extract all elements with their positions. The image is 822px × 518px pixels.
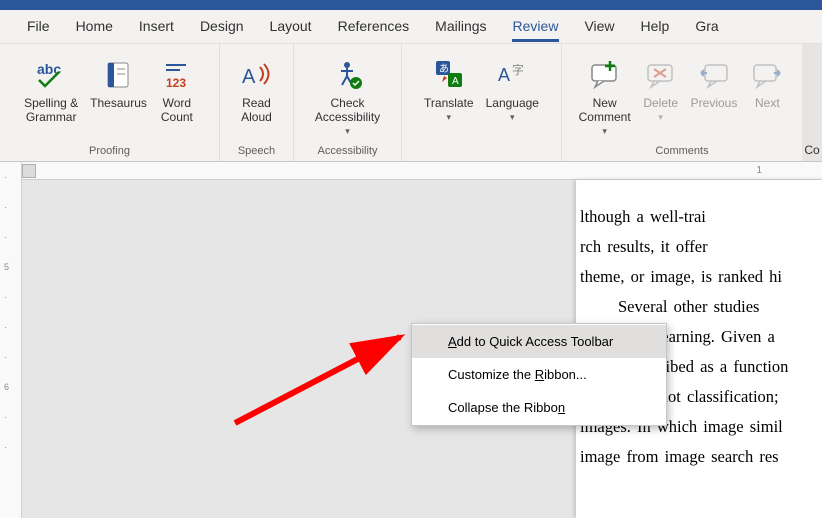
tab-help[interactable]: Help: [628, 12, 683, 42]
spellcheck-icon: abc: [33, 54, 69, 94]
translate-icon: あA: [432, 54, 466, 94]
chevron-down-icon: ▾: [602, 126, 607, 137]
context-menu: Add to Quick Access Toolbar Customize th…: [411, 323, 667, 426]
group-speech: A Read Aloud Speech: [220, 44, 294, 161]
language-button[interactable]: A字 Language ▾: [480, 50, 545, 123]
group-comments: New Comment ▾ Delete ▾ Previous: [562, 44, 802, 161]
group-partial[interactable]: Co: [802, 44, 822, 161]
tab-file[interactable]: File: [14, 12, 63, 42]
tab-references[interactable]: References: [325, 12, 423, 42]
svg-text:A: A: [452, 76, 459, 87]
delete-comment-icon: [644, 54, 678, 94]
svg-text:字: 字: [512, 62, 524, 77]
accessibility-icon: [330, 54, 364, 94]
tab-layout[interactable]: Layout: [257, 12, 325, 42]
word-count-button[interactable]: 123 Word Count: [153, 50, 201, 124]
tab-home[interactable]: Home: [63, 12, 126, 42]
wordcount-icon: 123: [160, 54, 194, 94]
horizontal-ruler[interactable]: 1: [22, 162, 822, 180]
read-aloud-button[interactable]: A Read Aloud: [233, 50, 281, 124]
group-accessibility: Check Accessibility ▾ Accessibility: [294, 44, 402, 161]
check-accessibility-button[interactable]: Check Accessibility ▾: [309, 50, 386, 137]
chevron-down-icon: ▾: [510, 112, 515, 123]
thesaurus-icon: [102, 54, 136, 94]
tab-insert[interactable]: Insert: [126, 12, 187, 42]
chevron-down-icon: ▾: [345, 126, 350, 137]
next-comment-button[interactable]: Next: [743, 50, 791, 110]
read-aloud-icon: A: [240, 54, 274, 94]
svg-text:123: 123: [166, 76, 186, 90]
previous-comment-icon: [697, 54, 731, 94]
doc-line: theme, or image, is ranked hi: [580, 262, 822, 292]
new-comment-button[interactable]: New Comment ▾: [573, 50, 637, 137]
chevron-down-icon: ▾: [658, 112, 663, 123]
delete-comment-button[interactable]: Delete ▾: [637, 50, 685, 123]
doc-line: lthough a well-trai: [580, 202, 822, 232]
tab-partial[interactable]: Gra: [682, 12, 731, 42]
ruler-h-label: 1: [756, 165, 762, 176]
ctx-add-to-qat[interactable]: Add to Quick Access Toolbar: [412, 325, 666, 358]
svg-text:A: A: [242, 66, 256, 88]
titlebar: [0, 0, 822, 10]
language-icon: A字: [495, 54, 529, 94]
ribbon-tabs: File Home Insert Design Layout Reference…: [0, 10, 822, 44]
group-language: あA Translate ▾ A字 Language ▾: [402, 44, 562, 161]
chevron-down-icon: ▾: [447, 112, 452, 123]
ruler-tab-marker[interactable]: [22, 164, 36, 178]
previous-comment-button[interactable]: Previous: [685, 50, 744, 110]
spelling-grammar-button[interactable]: abc Spelling & Grammar: [18, 50, 84, 124]
translate-button[interactable]: あA Translate ▾: [418, 50, 480, 123]
tab-mailings[interactable]: Mailings: [422, 12, 499, 42]
tab-view[interactable]: View: [571, 12, 627, 42]
tab-design[interactable]: Design: [187, 12, 257, 42]
thesaurus-button[interactable]: Thesaurus: [84, 50, 153, 110]
doc-line: Several other studies: [580, 292, 822, 322]
svg-text:A: A: [498, 65, 510, 85]
doc-line: image from image search res: [580, 442, 822, 472]
new-comment-icon: [588, 54, 622, 94]
group-proofing: abc Spelling & Grammar Thesaurus 123 Wor…: [0, 44, 220, 161]
ctx-customize-ribbon[interactable]: Customize the Ribbon...: [412, 358, 666, 391]
doc-line: rch results, it offer: [580, 232, 822, 262]
next-comment-icon: [750, 54, 784, 94]
annotation-arrow: [225, 323, 425, 433]
svg-text:あ: あ: [439, 63, 449, 75]
document-workspace: · · · 5 · · · 6 · · 1 lthough a well-tra…: [0, 162, 822, 518]
ribbon: abc Spelling & Grammar Thesaurus 123 Wor…: [0, 44, 822, 162]
ctx-collapse-ribbon[interactable]: Collapse the Ribbon: [412, 391, 666, 424]
tab-review[interactable]: Review: [500, 12, 572, 42]
vertical-ruler[interactable]: · · · 5 · · · 6 · ·: [0, 162, 22, 518]
